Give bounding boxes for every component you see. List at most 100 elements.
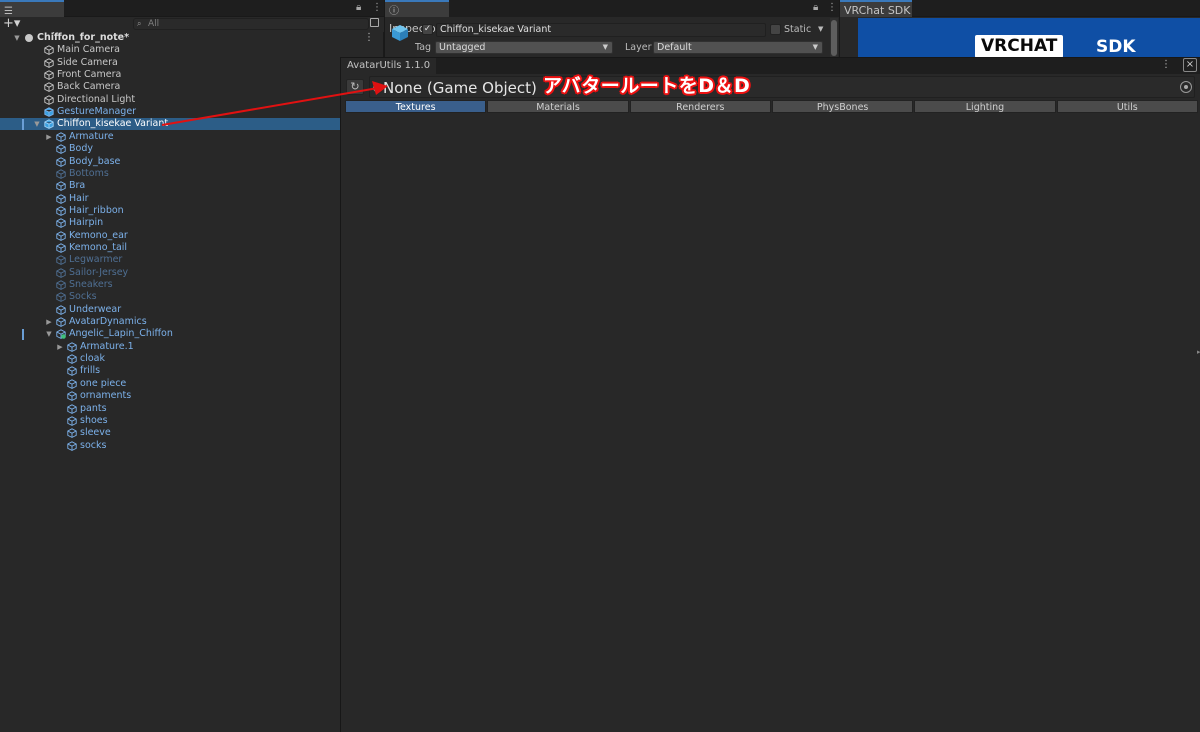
hierarchy-toolbar: +▾ ⌕ All <box>0 17 384 32</box>
tab-materials[interactable]: Materials <box>487 100 629 113</box>
collapse-arrow-icon[interactable]: ▶ <box>44 131 54 143</box>
search-input[interactable]: ⌕ All <box>133 18 369 30</box>
hierarchy-item-label: Body_base <box>69 155 121 167</box>
hierarchy-item-chiffon-kisekae-variant[interactable]: ▼ Chiffon_kisekae Variant <box>0 118 384 131</box>
hierarchy-item-hair-ribbon[interactable]: Hair_ribbon <box>0 205 384 217</box>
kebab-menu-icon[interactable]: ⋮ <box>364 32 374 44</box>
hierarchy-item-label: one piece <box>80 377 127 389</box>
collapse-arrow-icon[interactable]: ▶ <box>44 316 54 328</box>
hierarchy-item-ornaments[interactable]: ornaments <box>0 390 384 402</box>
avatar-utils-tabs: Textures Materials Renderers PhysBones Light… <box>345 100 1198 113</box>
gameobject-cube-icon <box>56 230 66 241</box>
hierarchy-item-label: Angelic_Lapin_Chiffon <box>69 328 173 340</box>
hierarchy-item-back-camera[interactable]: Back Camera <box>0 81 384 93</box>
hierarchy-item-main-camera[interactable]: Main Camera <box>0 44 384 56</box>
avatar-root-object-field[interactable]: None (Game Object) <box>369 76 1195 98</box>
kebab-menu-icon[interactable]: ⋮ <box>1161 59 1171 70</box>
layer-label: Layer <box>625 42 652 53</box>
gameobject-cube-icon[interactable] <box>391 24 409 42</box>
vrchat-sdk-banner: VRCHAT SDK <box>858 18 1200 58</box>
hierarchy-item-cloak[interactable]: cloak <box>0 353 384 365</box>
gameobject-cube-icon <box>56 267 66 278</box>
close-icon[interactable]: × <box>1183 58 1197 72</box>
expand-arrow-icon[interactable]: ▼ <box>44 328 54 340</box>
object-field-value: None (Game Object) <box>383 79 537 97</box>
add-object-button[interactable]: +▾ <box>3 17 20 31</box>
chevron-down-icon: ▼ <box>602 43 608 51</box>
hierarchy-item-label: Body <box>69 143 93 155</box>
hierarchy-item-hair[interactable]: Hair <box>0 193 384 205</box>
tab-hierarchy[interactable]: ☰Hierarchy <box>0 0 64 35</box>
hierarchy-item-label: Sailor-Jersey <box>69 266 129 278</box>
info-icon: ⓘ <box>389 6 399 17</box>
hierarchy-item-front-camera[interactable]: Front Camera <box>0 69 384 81</box>
lock-icon[interactable]: 🔒︎ <box>356 2 361 13</box>
object-picker-icon[interactable] <box>1180 81 1192 93</box>
hierarchy-item-legwarmer[interactable]: Legwarmer <box>0 254 384 266</box>
collapse-arrow-icon[interactable]: ▶ <box>55 341 65 353</box>
refresh-button[interactable]: ↻ <box>346 79 364 95</box>
scrollbar-thumb[interactable] <box>831 20 837 56</box>
tab-utils[interactable]: Utils <box>1056 100 1198 113</box>
hierarchy-item-directional-light[interactable]: Directional Light <box>0 94 384 106</box>
expand-arrow-icon[interactable]: ▼ <box>12 32 22 44</box>
hierarchy-item-body-base[interactable]: Body_base <box>0 156 384 168</box>
tab-avatar-utils[interactable]: AvatarUtils 1.1.0 <box>341 58 437 74</box>
gameobject-cube-icon <box>56 329 66 340</box>
hierarchy-item-hairpin[interactable]: Hairpin <box>0 217 384 229</box>
hierarchy-item-label: shoes <box>80 414 108 426</box>
tab-inspector[interactable]: ⓘInspector <box>385 0 449 35</box>
hierarchy-item-armature[interactable]: ▶ Armature <box>0 131 384 143</box>
active-checkbox[interactable]: ✓ <box>422 24 433 35</box>
hierarchy-item-label: Main Camera <box>57 44 120 56</box>
hierarchy-item-kemono-tail[interactable]: Kemono_tail <box>0 242 384 254</box>
chevron-down-icon: ▼ <box>812 43 818 51</box>
hierarchy-item-side-camera[interactable]: Side Camera <box>0 57 384 69</box>
hierarchy-item-shoes[interactable]: shoes <box>0 415 384 427</box>
tab-renderers[interactable]: Renderers <box>629 100 771 113</box>
sdk-logo-text: SDK <box>1096 37 1136 57</box>
lock-icon[interactable]: 🔒︎ <box>813 2 818 13</box>
tab-physbones[interactable]: PhysBones <box>771 100 914 113</box>
hierarchy-item-sleeve[interactable]: sleeve <box>0 427 384 439</box>
hierarchy-item-sneakers[interactable]: Sneakers <box>0 279 384 291</box>
hierarchy-item-frills[interactable]: frills <box>0 365 384 377</box>
hierarchy-item-chiffon-for-note[interactable]: ▼ Chiffon_for_note* ⋮ <box>0 32 384 44</box>
avatar-utils-window: AvatarUtils 1.1.0 ⋮ × ↻ None (Game Objec… <box>340 57 1200 732</box>
scene-visibility-icon[interactable] <box>370 18 379 27</box>
gameobject-cube-icon <box>67 342 77 352</box>
hierarchy-item-gesturemanager[interactable]: GestureManager <box>0 106 384 118</box>
tab-lighting[interactable]: Lighting <box>914 100 1056 113</box>
layer-dropdown[interactable]: Default ▼ <box>653 41 823 54</box>
hierarchy-item-bra[interactable]: Bra <box>0 180 384 192</box>
expand-arrow-icon[interactable]: ▼ <box>32 118 42 130</box>
hierarchy-item-underwear[interactable]: Underwear <box>0 304 384 316</box>
tab-textures[interactable]: Textures <box>345 100 487 113</box>
static-checkbox[interactable] <box>770 24 781 35</box>
tag-dropdown[interactable]: Untagged ▼ <box>435 41 613 54</box>
chevron-down-icon[interactable]: ▼ <box>818 25 823 33</box>
gameobject-cube-icon <box>56 181 66 192</box>
object-name-field[interactable]: Chiffon_kisekae Variant <box>436 23 766 37</box>
hierarchy-item-armature-1[interactable]: ▶ Armature.1 <box>0 341 384 353</box>
hierarchy-item-label: Front Camera <box>57 69 122 81</box>
gameobject-cube-icon <box>67 428 77 439</box>
inspector-scrollbar[interactable] <box>830 18 838 58</box>
kebab-menu-icon[interactable]: ⋮ <box>372 2 382 13</box>
kebab-menu-icon[interactable]: ⋮ <box>827 2 837 13</box>
gameobject-cube-icon <box>56 280 66 290</box>
hierarchy-item-pants[interactable]: pants <box>0 403 384 415</box>
hierarchy-item-angelic-lapin-chiffon[interactable]: ▼ Angelic_Lapin_Chiffon <box>0 328 384 340</box>
hierarchy-panel: ☰Hierarchy 🔒︎ ⋮ +▾ ⌕ All ▼ Chiffon_for_no… <box>0 0 384 732</box>
hierarchy-item-socks[interactable]: socks <box>0 440 384 452</box>
hierarchy-item-socks[interactable]: Socks <box>0 291 384 303</box>
hierarchy-item-bottoms[interactable]: Bottoms <box>0 168 384 180</box>
hierarchy-item-sailor-jersey[interactable]: Sailor-Jersey <box>0 267 384 279</box>
hierarchy-item-kemono-ear[interactable]: Kemono_ear <box>0 230 384 242</box>
gameobject-cube-icon <box>44 57 54 68</box>
hierarchy-item-avatardynamics[interactable]: ▶ AvatarDynamics <box>0 316 384 328</box>
hierarchy-item-one-piece[interactable]: one piece <box>0 378 384 390</box>
hierarchy-item-body[interactable]: Body <box>0 143 384 155</box>
hierarchy-item-label: Directional Light <box>57 93 136 105</box>
tab-vrchat-sdk[interactable]: VRChat SDK <box>840 0 912 17</box>
